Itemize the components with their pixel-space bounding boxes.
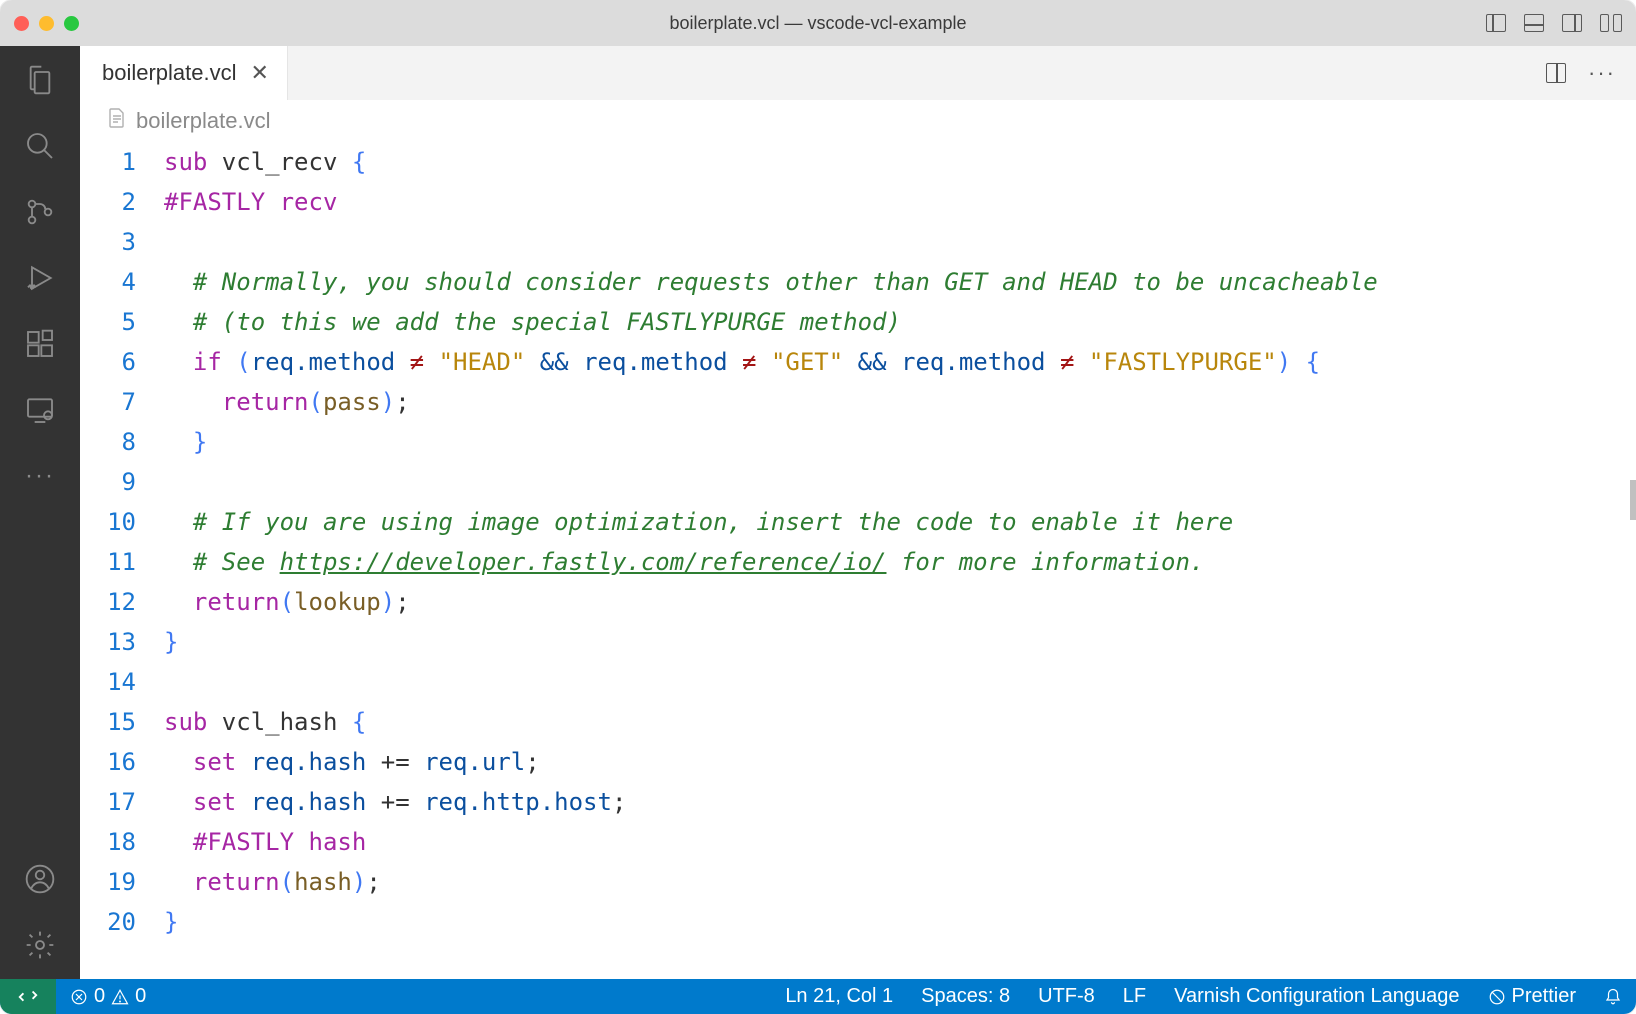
run-debug-icon[interactable] — [24, 262, 56, 294]
notifications-icon[interactable] — [1590, 979, 1636, 1014]
editor-region: boilerplate.vcl ✕ ··· boilerplate.vcl 12… — [80, 46, 1636, 979]
main-area: ··· boilerplate.vcl ✕ ··· — [0, 46, 1636, 979]
warning-icon — [111, 988, 129, 1006]
customize-layout-icon[interactable] — [1600, 14, 1622, 32]
remote-indicator[interactable] — [0, 979, 56, 1014]
cursor-position[interactable]: Ln 21, Col 1 — [771, 979, 907, 1014]
extensions-icon[interactable] — [24, 328, 56, 360]
close-tab-icon[interactable]: ✕ — [251, 60, 269, 86]
search-icon[interactable] — [24, 130, 56, 162]
source-control-icon[interactable] — [24, 196, 56, 228]
explorer-icon[interactable] — [24, 64, 56, 96]
indentation-status[interactable]: Spaces: 8 — [907, 979, 1024, 1014]
editor-tab-active[interactable]: boilerplate.vcl ✕ — [80, 46, 288, 100]
encoding-status[interactable]: UTF-8 — [1024, 979, 1109, 1014]
window-controls — [14, 16, 79, 31]
eol-status[interactable]: LF — [1109, 979, 1160, 1014]
toggle-panel-icon[interactable] — [1524, 14, 1544, 32]
activity-bar: ··· — [0, 46, 80, 979]
titlebar: boilerplate.vcl — vscode-vcl-example — [0, 0, 1636, 46]
editor-more-actions-icon[interactable]: ··· — [1588, 60, 1616, 86]
editor-tabs: boilerplate.vcl ✕ ··· — [80, 46, 1636, 100]
titlebar-layout-controls — [1486, 14, 1622, 32]
accounts-icon[interactable] — [24, 863, 56, 895]
overview-ruler-marker — [1630, 480, 1636, 520]
problems-indicator[interactable]: 0 0 — [56, 979, 160, 1014]
app-window: boilerplate.vcl — vscode-vcl-example — [0, 0, 1636, 1014]
settings-gear-icon[interactable] — [24, 929, 56, 961]
error-count: 0 — [94, 985, 105, 1008]
file-icon — [108, 108, 126, 134]
minimize-window-button[interactable] — [39, 16, 54, 31]
breadcrumb-file: boilerplate.vcl — [136, 108, 271, 134]
code-content[interactable]: sub vcl_recv {#FASTLY recv # Normally, y… — [164, 142, 1636, 979]
code-editor[interactable]: 1234567891011121314151617181920 sub vcl_… — [80, 142, 1636, 979]
formatter-status[interactable]: Prettier — [1474, 979, 1590, 1014]
language-mode[interactable]: Varnish Configuration Language — [1160, 979, 1473, 1014]
status-bar: 0 0 Ln 21, Col 1 Spaces: 8 UTF-8 LF Varn… — [0, 979, 1636, 1014]
additional-views-icon[interactable]: ··· — [24, 460, 56, 492]
split-editor-icon[interactable] — [1546, 63, 1566, 83]
remote-explorer-icon[interactable] — [24, 394, 56, 426]
maximize-window-button[interactable] — [64, 16, 79, 31]
toggle-secondary-sidebar-icon[interactable] — [1562, 14, 1582, 32]
toggle-primary-sidebar-icon[interactable] — [1486, 14, 1506, 32]
window-title: boilerplate.vcl — vscode-vcl-example — [669, 13, 966, 34]
prettier-check-icon — [1488, 988, 1506, 1006]
warning-count: 0 — [135, 985, 146, 1008]
error-icon — [70, 988, 88, 1006]
line-number-gutter: 1234567891011121314151617181920 — [80, 142, 164, 979]
tab-label: boilerplate.vcl — [102, 60, 237, 86]
breadcrumbs[interactable]: boilerplate.vcl — [80, 100, 1636, 142]
close-window-button[interactable] — [14, 16, 29, 31]
